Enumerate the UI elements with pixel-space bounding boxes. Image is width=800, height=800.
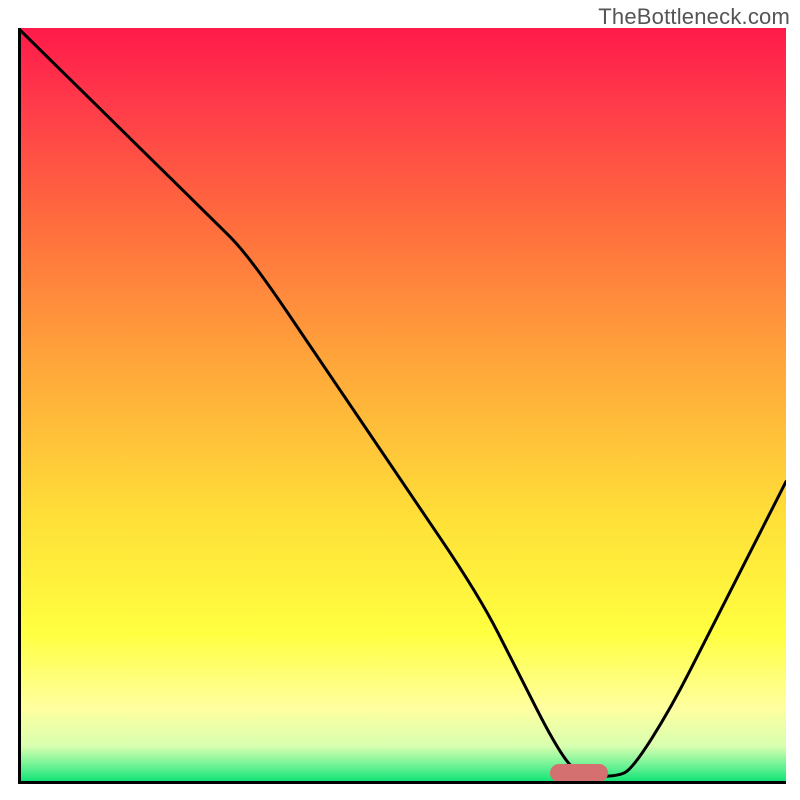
chart-line-curve [18, 28, 786, 784]
y-axis [18, 28, 21, 784]
watermark-text: TheBottleneck.com [598, 4, 790, 30]
chart-marker [550, 764, 608, 782]
x-axis [18, 781, 786, 784]
chart-plot-area [18, 28, 786, 784]
